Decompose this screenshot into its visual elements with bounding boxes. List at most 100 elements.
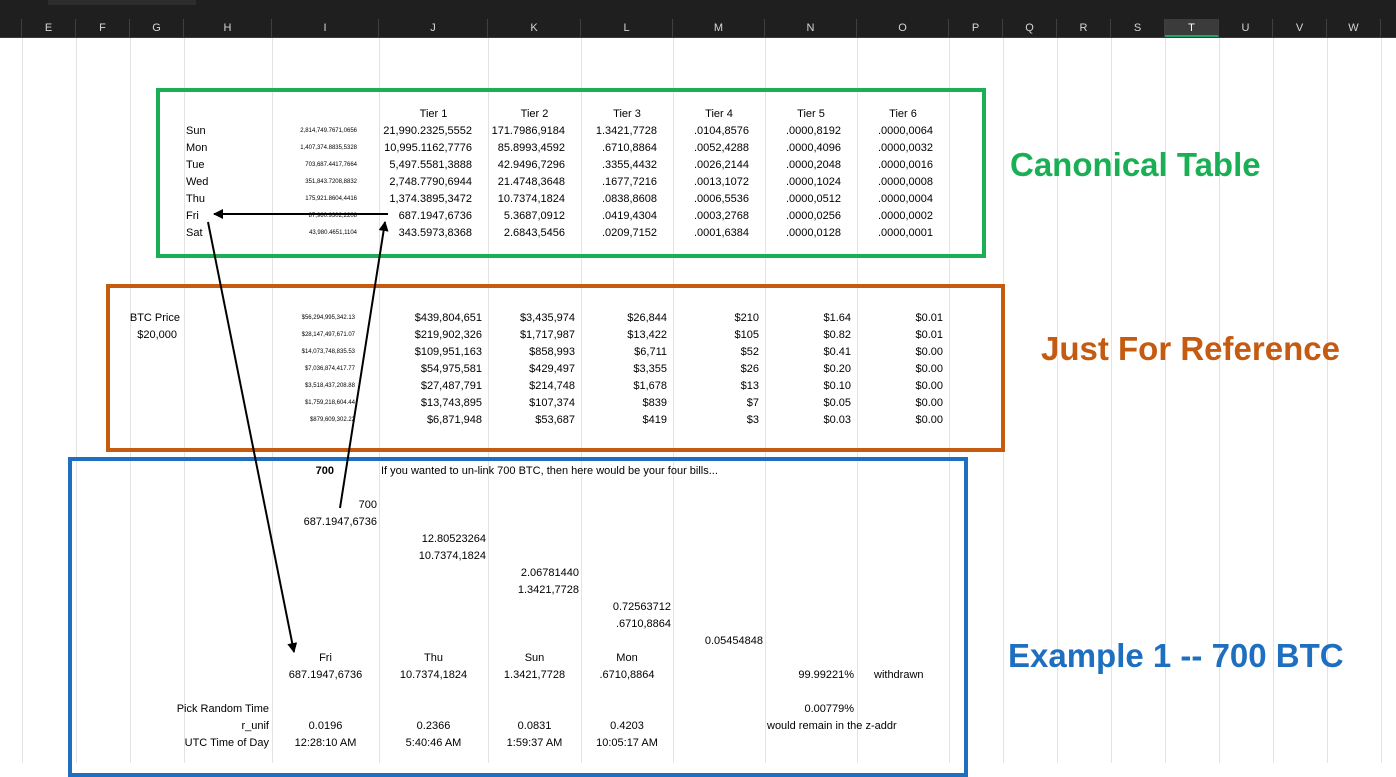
btc-price-label: BTC Price — [129, 312, 180, 324]
day-total: 87,960.9302,2208 — [308, 213, 357, 219]
usd-value: $54,975,581 — [420, 363, 482, 375]
tier-value: .6710,8864 — [601, 142, 657, 154]
example-title: Example 1 -- 700 BTC — [1008, 637, 1344, 674]
usd-value: $13,743,895 — [420, 397, 482, 409]
tier-value: 5.3687,0912 — [503, 210, 565, 222]
column-header-s[interactable]: S — [1111, 19, 1165, 37]
tier-value: .0013,1072 — [693, 176, 749, 188]
usd-value: $105 — [734, 329, 759, 341]
tier-value: .0104,8576 — [693, 125, 749, 137]
tier-value: 1,374.3895,3472 — [389, 193, 472, 205]
bill-amount: 10.7374,1824 — [399, 669, 468, 681]
usd-value: $429,497 — [529, 363, 575, 375]
column-header-g[interactable]: G — [130, 19, 184, 37]
column-header-w[interactable]: W — [1327, 19, 1381, 37]
tier-value: 21.4748,3648 — [497, 176, 565, 188]
usd-value: $1.64 — [823, 312, 851, 324]
column-header-e[interactable]: E — [22, 19, 76, 37]
usd-value: $0.00 — [915, 397, 943, 409]
usd-value: $3,435,974 — [519, 312, 575, 324]
column-header-l[interactable]: L — [581, 19, 673, 37]
tier-value: .0209,7152 — [601, 227, 657, 239]
canonical-table-title: Canonical Table — [1010, 146, 1261, 183]
utc-time-value: 1:59:37 AM — [506, 737, 563, 749]
usd-value: $0.00 — [915, 346, 943, 358]
column-header-k[interactable]: K — [488, 19, 581, 37]
runif-value: 0.2366 — [416, 720, 451, 732]
tier-value: 10.7374,1824 — [497, 193, 565, 205]
fourth-bill-value: .6710,8864 — [615, 618, 671, 630]
tier-value: .0003,2768 — [693, 210, 749, 222]
tier-value: 1.3421,7728 — [595, 125, 657, 137]
select-all-corner[interactable] — [0, 19, 22, 37]
remainder-value: 12.80523264 — [421, 533, 486, 545]
tier-value: .0000,0128 — [785, 227, 841, 239]
tier-value: 343.5973,8368 — [398, 227, 472, 239]
remain-label: would remain in the z-addr — [767, 720, 897, 732]
usd-value: $109,951,163 — [414, 346, 482, 358]
column-header-h[interactable]: H — [184, 19, 272, 37]
tier-value: 10,995.1162,7776 — [384, 142, 472, 154]
column-header-i[interactable]: I — [272, 19, 379, 37]
tier-value: .0052,4288 — [693, 142, 749, 154]
tier-value: .0000,0256 — [785, 210, 841, 222]
tier-value: .0838,8608 — [601, 193, 657, 205]
column-header-q[interactable]: Q — [1003, 19, 1057, 37]
tier-value: .0006,5536 — [693, 193, 749, 205]
day-label: Thu — [186, 193, 205, 205]
usd-value: $0.00 — [915, 414, 943, 426]
usd-value: $419 — [642, 414, 667, 426]
bill-day: Mon — [616, 652, 638, 664]
usd-value: $53,687 — [535, 414, 575, 426]
pick-random-time-label: Pick Random Time — [176, 703, 269, 715]
column-header-p[interactable]: P — [949, 19, 1003, 37]
column-header-f[interactable]: F — [76, 19, 130, 37]
column-header-u[interactable]: U — [1219, 19, 1273, 37]
tier-header: Tier 3 — [613, 108, 641, 120]
tier-value: .0000,0016 — [877, 159, 933, 171]
tier-value: 85.8993,4592 — [497, 142, 565, 154]
usd-value: $3 — [746, 414, 759, 426]
column-header-v[interactable]: V — [1273, 19, 1327, 37]
usd-value: $0.82 — [823, 329, 851, 341]
day-total: 175,921.8604,4416 — [305, 196, 357, 202]
column-header-t[interactable]: T — [1165, 19, 1219, 37]
usd-value: $26 — [740, 363, 759, 375]
remainder-value: 0.05454848 — [704, 635, 763, 647]
usd-total: $56,294,995,342.13 — [301, 315, 355, 321]
tier-value: .0000,0032 — [877, 142, 933, 154]
tier-value: 21,990.2325,5552 — [383, 125, 472, 137]
column-header-n[interactable]: N — [765, 19, 857, 37]
tier-header: Tier 4 — [705, 108, 733, 120]
tier-value: .0000,0004 — [877, 193, 933, 205]
reference-table-title: Just For Reference — [1041, 330, 1340, 367]
tier-value: .0026,2144 — [693, 159, 749, 171]
usd-value: $0.00 — [915, 363, 943, 375]
day-total: 1,407,374.8835,5328 — [300, 145, 357, 151]
usd-value: $7 — [746, 397, 759, 409]
usd-value: $13 — [740, 380, 759, 392]
column-header-r[interactable]: R — [1057, 19, 1111, 37]
runif-label: r_unif — [241, 720, 269, 732]
column-header-o[interactable]: O — [857, 19, 949, 37]
tier-value: .3355,4432 — [601, 159, 657, 171]
column-header-j[interactable]: J — [379, 19, 488, 37]
usd-value: $0.03 — [823, 414, 851, 426]
bill-amount: .6710,8864 — [599, 669, 655, 681]
bill-day: Fri — [319, 652, 332, 664]
tier-value: 5,497.5581,3888 — [389, 159, 472, 171]
example-amount: 700 — [315, 465, 334, 477]
tier-value: .0000,0064 — [877, 125, 933, 137]
column-header-m[interactable]: M — [673, 19, 765, 37]
usd-total: $7,036,874,417.77 — [304, 366, 355, 372]
usd-value: $1,717,987 — [519, 329, 575, 341]
usd-value: $107,374 — [529, 397, 575, 409]
second-bill-value: 10.7374,1824 — [418, 550, 486, 562]
bill-amount: 1.3421,7728 — [503, 669, 566, 681]
usd-value: $858,993 — [529, 346, 575, 358]
usd-value: $52 — [740, 346, 759, 358]
day-label: Sun — [186, 125, 206, 137]
bill-amount: 687.1947,6736 — [288, 669, 363, 681]
tier-value: 42.9496,7296 — [497, 159, 565, 171]
usd-value: $6,711 — [634, 346, 667, 358]
